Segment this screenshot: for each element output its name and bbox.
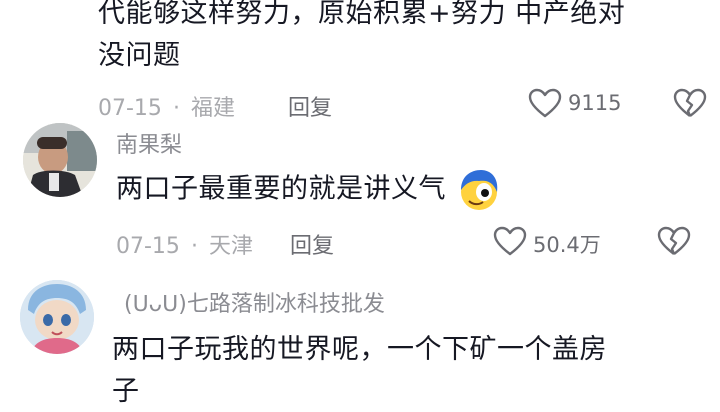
comment-2-location: 天津 bbox=[208, 234, 253, 259]
comment-2-text-body: 两口子最重要的就是讲义气 bbox=[116, 173, 446, 205]
comment-3-author[interactable]: (ᑌᴗᑌ)七路落制冰科技批发 bbox=[124, 286, 385, 318]
comment-1-dislike-button[interactable] bbox=[673, 88, 707, 120]
comment-1-text-line-1: 代能够这样努力，原始积累+努力 中产绝对 bbox=[98, 0, 626, 29]
comment-3-text-line-1: 两口子玩我的世界呢，一个下矿一个盖房 bbox=[112, 334, 607, 365]
comment-1-separator: · bbox=[172, 96, 180, 121]
comment-2-reply-button[interactable]: 回复 bbox=[290, 228, 334, 260]
comment-2-like-count: 50.4万 bbox=[533, 233, 601, 257]
comment-3-text-line-2: 子 bbox=[112, 376, 140, 407]
avatar-photo bbox=[23, 123, 97, 197]
heart-outline-icon bbox=[493, 226, 527, 258]
comment-2-meta: 07-15 · 天津 bbox=[116, 228, 253, 260]
comment-1-text-line-2: 没问题 bbox=[98, 40, 181, 71]
comment-1-reply-button[interactable]: 回复 bbox=[288, 90, 332, 122]
comment-2-author[interactable]: 南果梨 bbox=[116, 127, 182, 159]
comment-1-like-count: 9115 bbox=[568, 91, 622, 115]
comment-2-like-button[interactable] bbox=[493, 226, 527, 258]
comment-1-location: 福建 bbox=[190, 96, 235, 121]
broken-heart-icon bbox=[657, 226, 691, 258]
comment-1-date: 07-15 bbox=[98, 96, 162, 121]
comment-2-separator: · bbox=[190, 234, 198, 259]
comment-1-like-button[interactable] bbox=[528, 88, 562, 120]
broken-heart-icon bbox=[673, 88, 707, 120]
comment-1-meta: 07-15 · 福建 bbox=[98, 90, 235, 122]
comment-2-date: 07-15 bbox=[116, 234, 180, 259]
avatar[interactable] bbox=[23, 123, 97, 197]
avatar-photo bbox=[20, 280, 94, 354]
emoji-sticker-icon bbox=[457, 168, 501, 212]
comment-2-dislike-button[interactable] bbox=[657, 226, 691, 258]
comment-2-text: 两口子最重要的就是讲义气 bbox=[116, 168, 501, 212]
heart-outline-icon bbox=[528, 88, 562, 120]
avatar[interactable] bbox=[20, 280, 94, 354]
